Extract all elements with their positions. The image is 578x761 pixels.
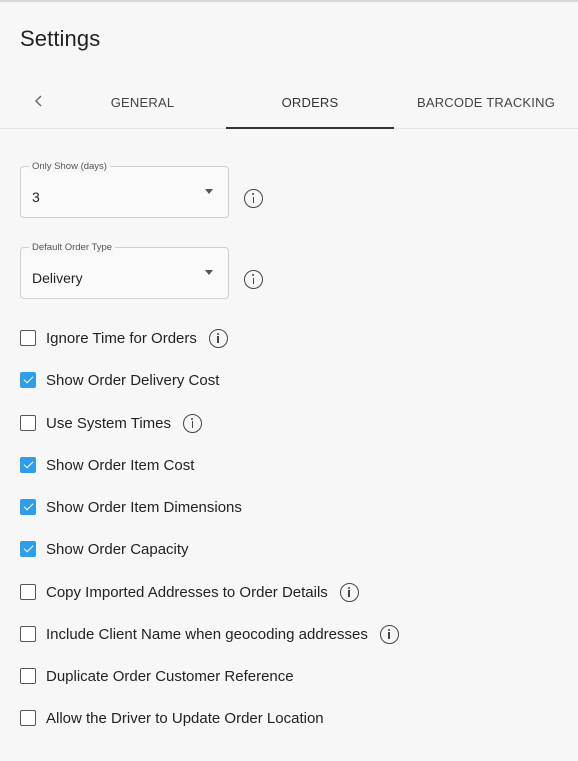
info-icon[interactable] [244, 189, 263, 208]
option-label: Duplicate Order Customer Reference [46, 667, 294, 685]
tab-general[interactable]: GENERAL [60, 76, 225, 128]
option-label: Show Order Delivery Cost [46, 371, 220, 389]
only-show-days-select[interactable]: Only Show (days) 3 [20, 160, 229, 218]
info-icon[interactable] [208, 328, 228, 348]
option-row[interactable]: Duplicate Order Customer Reference [20, 665, 294, 687]
default-order-type-label: Default Order Type [29, 241, 116, 254]
option-label: Ignore Time for Orders [46, 329, 197, 347]
tab-orders[interactable]: ORDERS [226, 76, 394, 129]
default-order-type-select[interactable]: Default Order Type Delivery [20, 241, 229, 299]
option-checkbox[interactable] [20, 541, 36, 557]
info-icon[interactable] [183, 413, 203, 433]
only-show-days-value: 3 [32, 189, 40, 205]
option-checkbox[interactable] [20, 668, 36, 684]
option-checkbox[interactable] [20, 457, 36, 473]
page-title: Settings [20, 26, 101, 51]
option-label: Include Client Name when geocoding addre… [46, 625, 368, 643]
option-checkbox[interactable] [20, 415, 36, 431]
option-row[interactable]: Show Order Item Dimensions [20, 496, 242, 518]
tab-barcode-tracking[interactable]: BARCODE TRACKING [394, 76, 578, 128]
info-icon[interactable] [339, 582, 359, 602]
info-icon[interactable] [244, 270, 263, 289]
option-row[interactable]: Allow the Driver to Update Order Locatio… [20, 707, 324, 729]
tab-scroll-left-button[interactable] [28, 90, 50, 112]
option-checkbox[interactable] [20, 499, 36, 515]
option-checkbox[interactable] [20, 330, 36, 346]
dropdown-arrow-icon [205, 270, 213, 275]
option-row[interactable]: Show Order Delivery Cost [20, 369, 219, 391]
tab-bar: GENERAL ORDERS BARCODE TRACKING [0, 76, 578, 129]
option-label: Show Order Item Dimensions [46, 498, 242, 516]
chevron-left-icon [35, 95, 42, 107]
option-label: Use System Times [46, 414, 172, 432]
default-order-type-value: Delivery [32, 270, 83, 286]
dropdown-arrow-icon [205, 189, 213, 194]
option-row[interactable]: Include Client Name when geocoding addre… [20, 623, 399, 645]
option-checkbox[interactable] [20, 372, 36, 388]
option-label: Show Order Capacity [46, 540, 189, 558]
option-row[interactable]: Ignore Time for Orders [20, 327, 228, 349]
option-label: Show Order Item Cost [46, 456, 195, 474]
option-checkbox[interactable] [20, 626, 36, 642]
only-show-days-label: Only Show (days) [29, 160, 110, 173]
option-label: Allow the Driver to Update Order Locatio… [46, 709, 324, 727]
option-row[interactable]: Show Order Capacity [20, 538, 189, 560]
option-row[interactable]: Show Order Item Cost [20, 454, 194, 476]
option-row[interactable]: Use System Times [20, 412, 203, 434]
info-icon[interactable] [379, 624, 399, 644]
option-row[interactable]: Copy Imported Addresses to Order Details [20, 581, 359, 603]
top-divider [0, 0, 578, 2]
option-label: Copy Imported Addresses to Order Details [46, 583, 328, 601]
option-checkbox[interactable] [20, 584, 36, 600]
option-checkbox[interactable] [20, 710, 36, 726]
